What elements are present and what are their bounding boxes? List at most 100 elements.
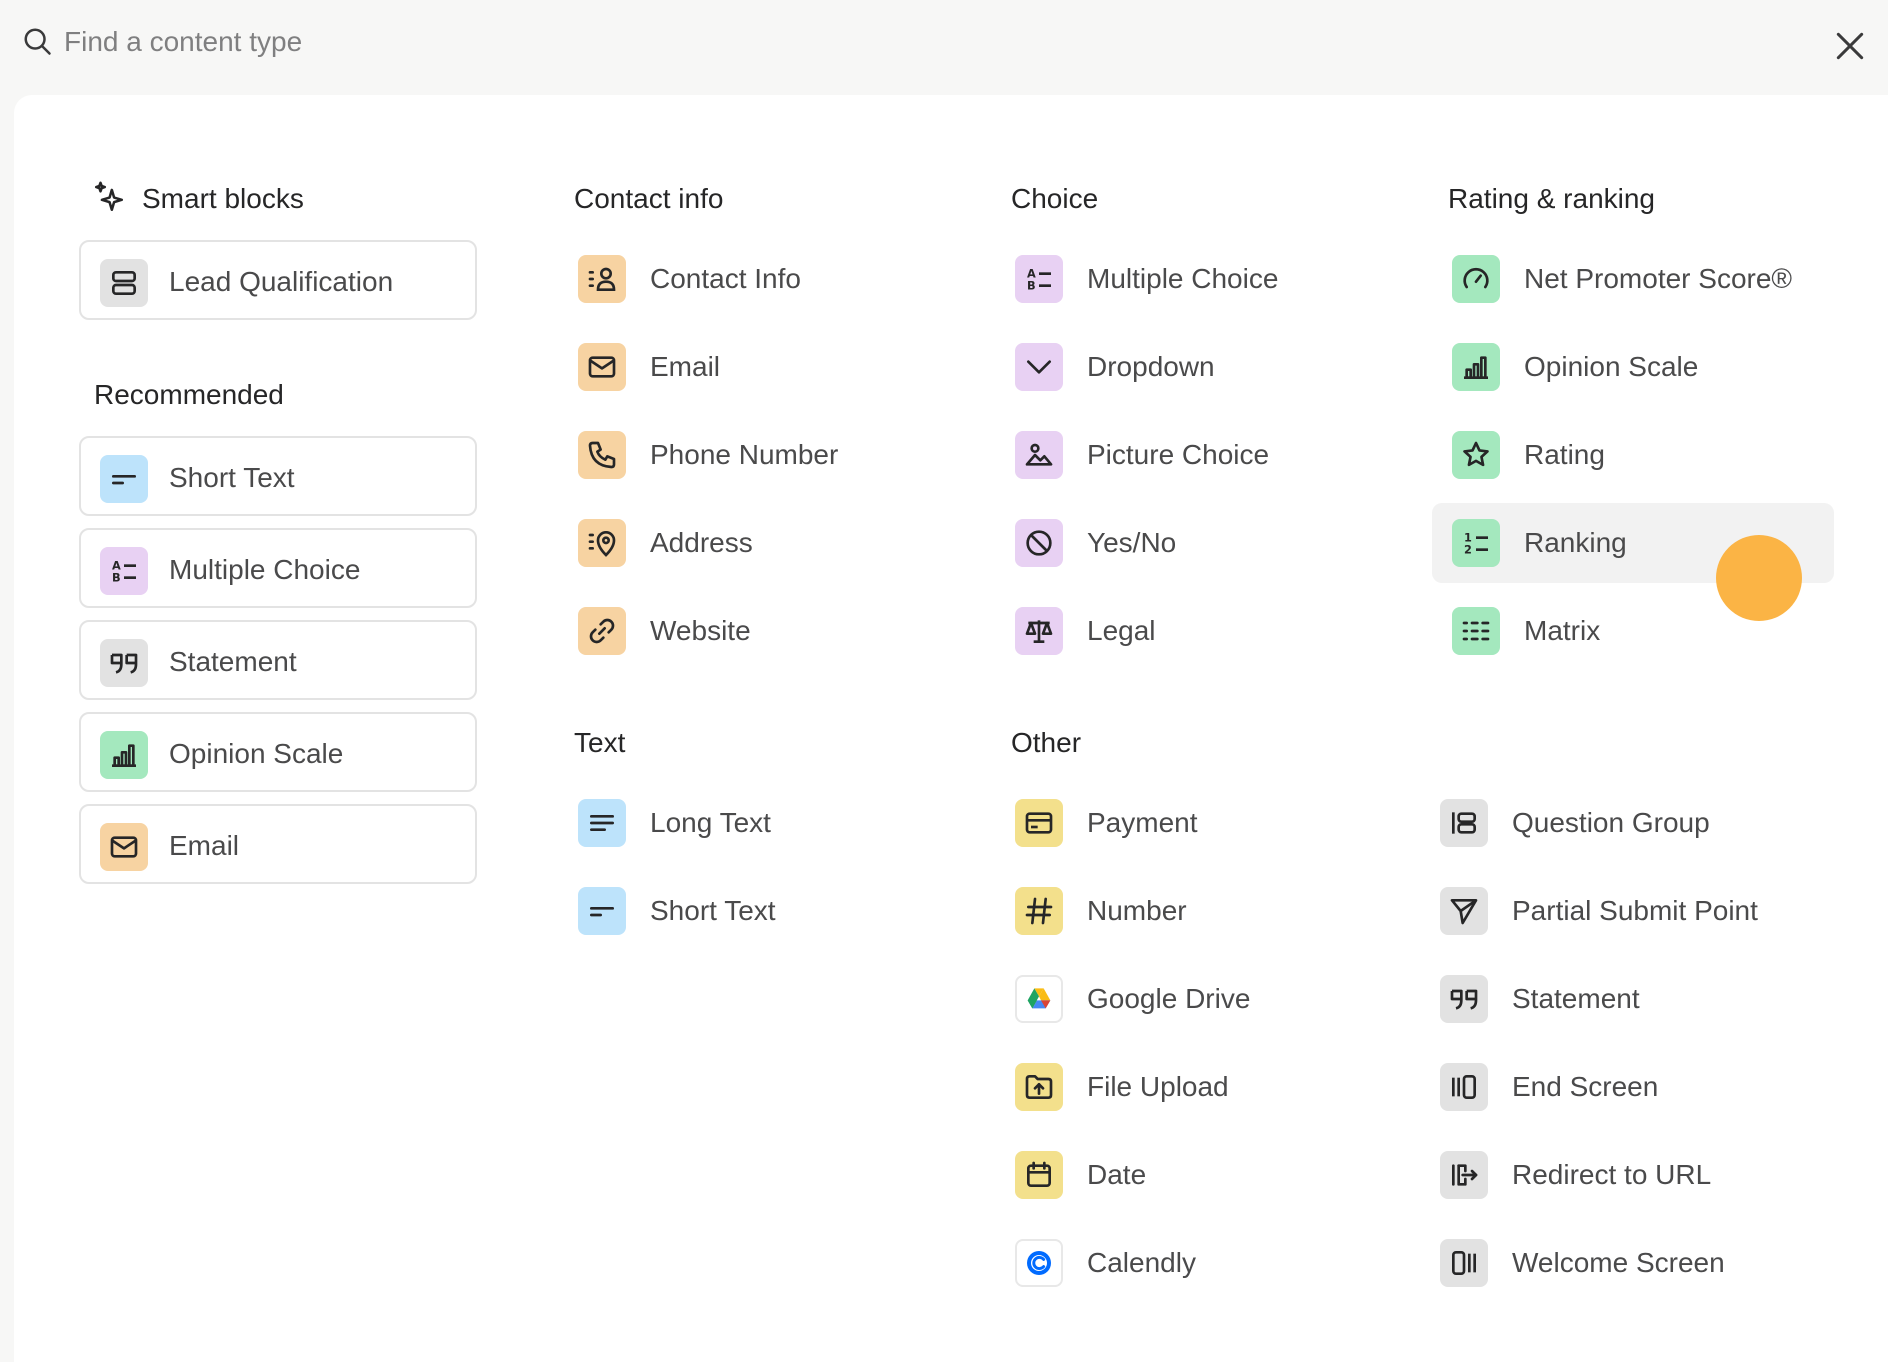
- multiple-choice-icon: AB: [100, 547, 148, 595]
- calendly-icon: [1015, 1239, 1063, 1287]
- item-label: Net Promoter Score®: [1524, 263, 1793, 294]
- item-label: Long Text: [650, 807, 771, 838]
- item-email[interactable]: Email: [578, 332, 908, 402]
- google-drive-icon: [1015, 975, 1063, 1023]
- item-label: Statement: [1512, 983, 1640, 1014]
- item-address[interactable]: Address: [578, 508, 908, 578]
- item-phone-number[interactable]: Phone Number: [578, 420, 908, 490]
- item-date[interactable]: Date: [1015, 1140, 1345, 1210]
- item-label: Multiple Choice: [1087, 263, 1279, 294]
- scale-icon: [1015, 607, 1063, 655]
- item-label: Welcome Screen: [1512, 1247, 1725, 1278]
- item-label: Matrix: [1524, 615, 1601, 646]
- close-icon[interactable]: [1830, 26, 1870, 66]
- svg-text:B: B: [1027, 279, 1036, 293]
- item-question-group[interactable]: Question Group: [1440, 788, 1840, 858]
- item-label: Contact Info: [650, 263, 801, 294]
- welcome-screen-icon: [1440, 1239, 1488, 1287]
- sparkle-icon: [94, 181, 124, 212]
- item-label: Redirect to URL: [1512, 1159, 1712, 1190]
- item-file-upload[interactable]: File Upload: [1015, 1052, 1345, 1122]
- svg-text:2: 2: [1464, 543, 1472, 557]
- item-label: Email: [650, 351, 721, 382]
- recommended-statement[interactable]: Statement: [79, 620, 477, 700]
- long-text-icon: [578, 799, 626, 847]
- section-title-text: Text: [574, 727, 626, 758]
- block-label: Email: [169, 830, 240, 861]
- item-label: Picture Choice: [1087, 439, 1270, 470]
- item-dropdown[interactable]: Dropdown: [1015, 332, 1345, 402]
- section-title-smart-blocks: Smart blocks: [142, 183, 304, 214]
- item-label: Calendly: [1087, 1247, 1196, 1278]
- recommended-opinion-scale[interactable]: Opinion Scale: [79, 712, 477, 792]
- item-label: End Screen: [1512, 1071, 1659, 1102]
- envelope-icon: [578, 343, 626, 391]
- envelope-icon: [100, 823, 148, 871]
- calendar-icon: [1015, 1151, 1063, 1199]
- yes-no-icon: [1015, 519, 1063, 567]
- contact-card-icon: [578, 255, 626, 303]
- search-input[interactable]: [64, 20, 1664, 64]
- cursor-indicator: [1716, 535, 1802, 621]
- item-partial-submit-point[interactable]: Partial Submit Point: [1440, 876, 1840, 946]
- item-contact-info[interactable]: Contact Info: [578, 244, 908, 314]
- section-title-other: Other: [1011, 727, 1082, 758]
- quote-icon: [1440, 975, 1488, 1023]
- phone-icon: [578, 431, 626, 479]
- block-label: Statement: [169, 646, 297, 677]
- item-end-screen[interactable]: End Screen: [1440, 1052, 1840, 1122]
- question-group-icon: [1440, 799, 1488, 847]
- item-statement[interactable]: Statement: [1440, 964, 1840, 1034]
- chevron-down-icon: [1015, 343, 1063, 391]
- search-icon: [24, 28, 51, 55]
- folder-upload-icon: [1015, 1063, 1063, 1111]
- item-label: Dropdown: [1087, 351, 1215, 382]
- item-label: Date: [1087, 1159, 1147, 1190]
- section-title-contact-info: Contact info: [574, 183, 724, 214]
- item-welcome-screen[interactable]: Welcome Screen: [1440, 1228, 1840, 1298]
- quote-icon: [100, 639, 148, 687]
- item-redirect-to-url[interactable]: Redirect to URL: [1440, 1140, 1840, 1210]
- multiple-choice-icon: AB: [1015, 255, 1063, 303]
- item-picture-choice[interactable]: Picture Choice: [1015, 420, 1345, 490]
- item-net-promoter-score[interactable]: Net Promoter Score®: [1452, 244, 1832, 314]
- end-screen-icon: [1440, 1063, 1488, 1111]
- redirect-icon: [1440, 1151, 1488, 1199]
- item-label: Address: [650, 527, 753, 558]
- short-text-icon: [100, 455, 148, 503]
- item-label: Partial Submit Point: [1512, 895, 1758, 926]
- item-label: Short Text: [650, 895, 776, 926]
- gauge-icon: [1452, 255, 1500, 303]
- section-title-rating-ranking: Rating & ranking: [1448, 183, 1656, 214]
- item-google-drive[interactable]: Google Drive: [1015, 964, 1345, 1034]
- item-opinion-scale[interactable]: Opinion Scale: [1452, 332, 1832, 402]
- recommended-multiple-choice[interactable]: AB Multiple Choice: [79, 528, 477, 608]
- block-label: Opinion Scale: [169, 738, 344, 769]
- item-website[interactable]: Website: [578, 596, 908, 666]
- hash-icon: [1015, 887, 1063, 935]
- item-yes-no[interactable]: Yes/No: [1015, 508, 1345, 578]
- item-long-text[interactable]: Long Text: [578, 788, 908, 858]
- item-calendly[interactable]: Calendly: [1015, 1228, 1345, 1298]
- block-lead-qualification[interactable]: Lead Qualification: [79, 240, 477, 320]
- recommended-email[interactable]: Email: [79, 804, 477, 884]
- item-number[interactable]: Number: [1015, 876, 1345, 946]
- item-label: File Upload: [1087, 1071, 1229, 1102]
- item-label: Website: [650, 615, 751, 646]
- ranking-icon: 12: [1452, 519, 1500, 567]
- section-title-choice: Choice: [1011, 183, 1099, 214]
- section-title-recommended: Recommended: [94, 379, 284, 410]
- block-label: Short Text: [169, 462, 295, 493]
- opinion-scale-icon: [100, 731, 148, 779]
- recommended-short-text[interactable]: Short Text: [79, 436, 477, 516]
- item-short-text[interactable]: Short Text: [578, 876, 908, 946]
- grid-icon: [1452, 607, 1500, 655]
- short-text-icon: [578, 887, 626, 935]
- map-pin-icon: [578, 519, 626, 567]
- opinion-scale-icon: [1452, 343, 1500, 391]
- item-legal[interactable]: Legal: [1015, 596, 1345, 666]
- item-multiple-choice[interactable]: AB Multiple Choice: [1015, 244, 1345, 314]
- item-label: Phone Number: [650, 439, 839, 470]
- item-payment[interactable]: Payment: [1015, 788, 1345, 858]
- item-rating[interactable]: Rating: [1452, 420, 1832, 490]
